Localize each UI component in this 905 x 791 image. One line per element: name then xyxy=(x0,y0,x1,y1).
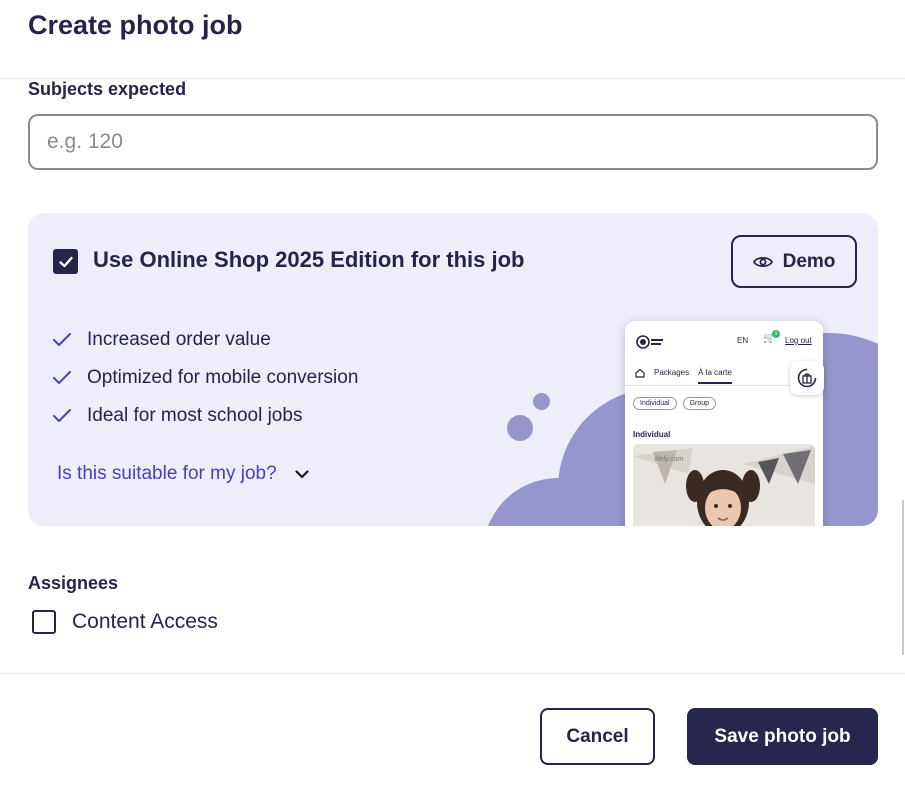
suitable-job-link[interactable]: Is this suitable for my job? xyxy=(57,463,277,485)
preview-tab-packages: Packages xyxy=(654,368,690,377)
preview-logout: Log out xyxy=(785,336,812,345)
preview-student-photo: lilely.com xyxy=(633,444,815,526)
check-icon xyxy=(53,333,71,346)
scrollbar[interactable] xyxy=(902,500,904,655)
content-access-option[interactable]: Content Access xyxy=(32,610,218,634)
dialog-title: Create photo job xyxy=(28,10,243,40)
assignees-label: Assignees xyxy=(28,573,119,593)
subjects-expected-input[interactable] xyxy=(28,114,878,170)
dialog-header: Create photo job xyxy=(0,0,905,79)
feature-text: Optimized for mobile conversion xyxy=(87,367,359,388)
chevron-down-icon xyxy=(295,469,309,478)
preview-chip-individual: Individual xyxy=(633,397,677,410)
subjects-expected-label: Subjects expected xyxy=(28,79,187,99)
check-icon xyxy=(53,409,71,422)
feature-text: Increased order value xyxy=(87,329,271,350)
save-photo-job-button[interactable]: Save photo job xyxy=(687,708,878,765)
preview-chips: Individual Group xyxy=(633,397,717,410)
photography-logo-icon xyxy=(636,335,663,349)
checkmark-icon xyxy=(58,256,73,267)
feature-item: Ideal for most school jobs xyxy=(52,397,358,435)
feature-item: Optimized for mobile conversion xyxy=(52,359,358,397)
shop-preview-phone: EN 🛒 1 Log out Packages À la carte Indiv… xyxy=(625,321,823,526)
content-access-checkbox[interactable] xyxy=(32,610,56,634)
decorative-dot xyxy=(507,415,533,441)
demo-button-label: Demo xyxy=(782,250,836,272)
dialog-footer: Cancel Save photo job xyxy=(0,673,905,791)
feature-list: Increased order value Optimized for mobi… xyxy=(52,321,358,435)
content-access-label: Content Access xyxy=(72,610,218,633)
home-icon xyxy=(635,368,645,378)
feature-text: Ideal for most school jobs xyxy=(87,405,303,426)
gift-button[interactable] xyxy=(790,361,824,395)
preview-tab-a-la-carte: À la carte xyxy=(698,368,732,384)
online-shop-promo-panel: Use Online Shop 2025 Edition for this jo… xyxy=(28,213,878,526)
preview-section-title: Individual xyxy=(633,430,671,439)
feature-item: Increased order value xyxy=(52,321,358,359)
eye-icon xyxy=(752,256,773,267)
decorative-dot xyxy=(533,393,550,410)
demo-button[interactable]: Demo xyxy=(731,235,857,288)
preview-chip-group: Group xyxy=(682,397,717,410)
gift-icon xyxy=(797,368,817,388)
cancel-button[interactable]: Cancel xyxy=(540,708,655,765)
preview-language: EN xyxy=(737,336,749,345)
suitable-job-toggle[interactable]: Is this suitable for my job? xyxy=(57,463,309,485)
preview-tabs: Packages À la carte xyxy=(635,361,732,384)
cart-count-badge: 1 xyxy=(772,330,780,338)
online-shop-checkbox[interactable] xyxy=(53,249,78,274)
online-shop-title: Use Online Shop 2025 Edition for this jo… xyxy=(93,247,525,272)
watermark-text: lilely.com xyxy=(655,456,684,463)
check-icon xyxy=(53,371,71,384)
